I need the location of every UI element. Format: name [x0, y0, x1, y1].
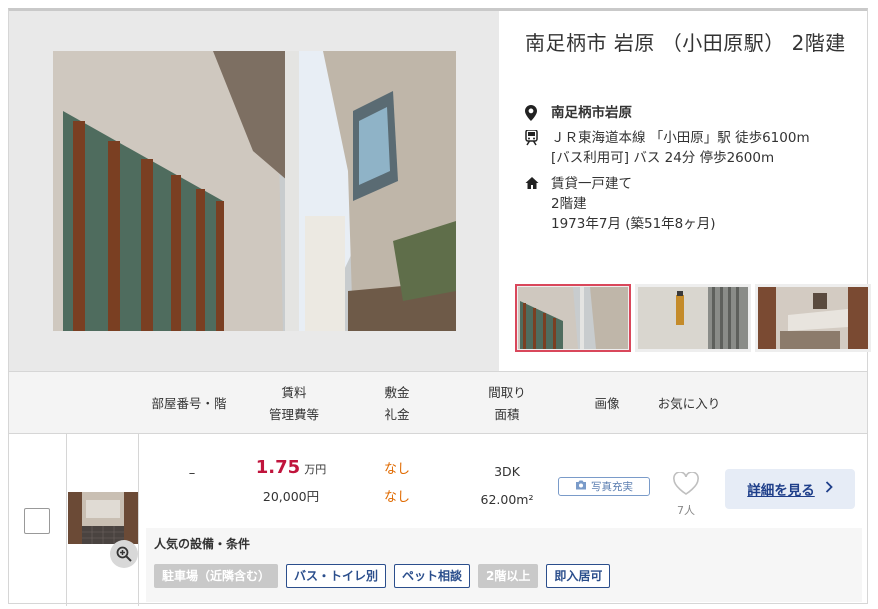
train-icon [525, 128, 551, 168]
property-card: 南足柄市 岩原 （小田原駅） 2階建 南足柄市岩原 ＪＲ東海道本線 「小田原」駅… [8, 8, 871, 606]
room-table-header: 部屋番号・階 賃料 管理費等 敷金 礼金 間取り 面積 画像 お気に入り [9, 371, 867, 434]
tag-parking[interactable]: 駐車場（近隣含む） [154, 564, 279, 588]
address-row: 南足柄市岩原 [525, 103, 632, 125]
rent-unit: 万円 [304, 463, 327, 476]
tag-pets-negotiable[interactable]: ペット相談 [394, 564, 471, 588]
header-room: 部屋番号・階 [151, 395, 227, 411]
management-fee: 20,000円 [262, 489, 320, 504]
zoom-icon[interactable] [110, 540, 138, 568]
photo-pane [9, 11, 499, 371]
property-summary: 南足柄市 岩原 （小田原駅） 2階建 南足柄市岩原 ＪＲ東海道本線 「小田原」駅… [9, 11, 871, 371]
building-row: 賃貸一戸建て 2階建 1973年7月 (築51年8ヶ月) [525, 174, 716, 234]
room-thumbnail[interactable] [68, 492, 138, 544]
tag-immediate-move-in[interactable]: 即入居可 [546, 564, 611, 588]
room-row: – 1.75 万円 20,000円 なし なし 3DK 62.00m² 写真充実 … [9, 434, 867, 606]
header-layout: 間取り 面積 [488, 384, 526, 422]
deposit-cell: なし なし [369, 456, 425, 512]
deposit-value: なし [383, 462, 410, 477]
address-text: 南足柄市岩原 [551, 105, 632, 121]
view-details-button[interactable]: 詳細を見る [725, 469, 855, 509]
key-money-value: なし [383, 490, 410, 505]
area-value: 62.00m² [480, 492, 534, 507]
photo-thumbnails [505, 284, 871, 354]
header-deposit: 敷金 礼金 [384, 384, 410, 422]
property-title[interactable]: 南足柄市 岩原 （小田原駅） 2階建 [525, 29, 855, 57]
access-line-2: [バス利用可] バス 24分 停歩2600m [551, 150, 775, 166]
favorite-button[interactable]: 7人 [663, 471, 709, 518]
map-pin-icon [525, 103, 551, 125]
thumbnail-1[interactable] [515, 284, 631, 352]
room-number: – [188, 466, 196, 481]
select-column [9, 434, 67, 606]
main-photo[interactable] [53, 51, 456, 331]
layout-cell: 3DK 62.00m² [464, 458, 550, 514]
camera-icon [575, 480, 587, 493]
feature-tags: 駐車場（近隣含む） バス・トイレ別 ペット相談 2階以上 即入居可 [154, 564, 611, 588]
access-row: ＪＲ東海道本線 「小田原」駅 徒歩6100m [バス利用可] バス 24分 停歩… [525, 128, 810, 168]
rent-price: 1.75 万円 [255, 457, 327, 478]
chevron-right-icon [825, 481, 833, 497]
view-details-label: 詳細を見る [747, 483, 815, 499]
building-age: 1973年7月 (築51年8ヶ月) [551, 216, 716, 232]
photo-rich-badge: 写真充実 [558, 477, 650, 496]
photo-badge-label: 写真充実 [591, 481, 633, 493]
heart-icon[interactable] [673, 471, 699, 500]
room-checkbox[interactable] [24, 508, 50, 534]
favorite-count: 7人 [677, 504, 695, 517]
features-title: 人気の設備・条件 [154, 537, 251, 551]
building-type: 賃貸一戸建て [551, 176, 632, 192]
popular-features: 人気の設備・条件 駐車場（近隣含む） バス・トイレ別 ペット相談 2階以上 即入… [146, 528, 862, 602]
tag-separate-bath-toilet[interactable]: バス・トイレ別 [286, 564, 387, 588]
building-floors: 2階建 [551, 196, 587, 212]
access-line-1: ＪＲ東海道本線 「小田原」駅 徒歩6100m [551, 130, 810, 146]
header-favorite: お気に入り [657, 395, 721, 411]
header-image: 画像 [594, 395, 620, 411]
header-rent: 賃料 管理費等 [268, 384, 319, 422]
house-icon [525, 174, 551, 234]
rent-cell: 1.75 万円 20,000円 [231, 456, 351, 510]
thumbnail-2[interactable] [635, 284, 751, 352]
tag-second-floor-or-higher[interactable]: 2階以上 [478, 564, 539, 588]
property-info: 南足柄市 岩原 （小田原駅） 2階建 南足柄市岩原 ＪＲ東海道本線 「小田原」駅… [499, 11, 871, 371]
thumbnail-3[interactable] [755, 284, 871, 352]
room-image-column [67, 434, 139, 606]
layout-value: 3DK [494, 464, 520, 479]
